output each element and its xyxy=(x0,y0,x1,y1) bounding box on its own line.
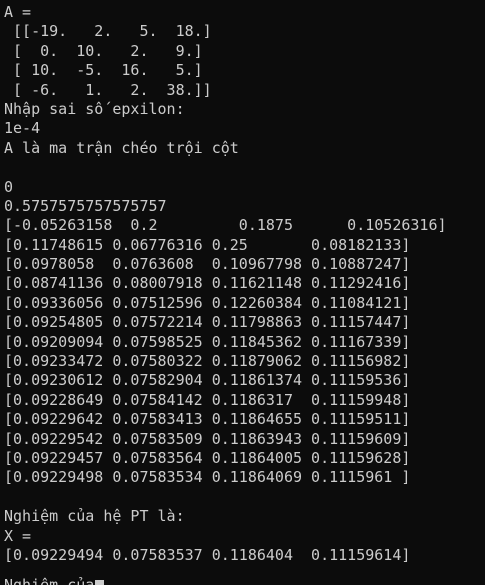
output-value: 0.5757575757575757 xyxy=(4,196,167,215)
terminal-window[interactable]: A = [[-19. 2. 5. 18.] [ 0. 10. 2. 9.] [ … xyxy=(0,0,485,585)
matrix-row: [ 0. 10. 2. 9.] xyxy=(4,41,203,60)
iteration-row: [0.08741136 0.08007918 0.11621148 0.1129… xyxy=(4,274,411,293)
iteration-row: [0.09229457 0.07583564 0.11864005 0.1115… xyxy=(4,448,411,467)
iteration-row: [0.09233472 0.07580322 0.11879062 0.1115… xyxy=(4,352,411,371)
iteration-row: [0.09209094 0.07598525 0.11845362 0.1116… xyxy=(4,332,411,351)
iteration-row: [0.09336056 0.07512596 0.12260384 0.1108… xyxy=(4,293,411,312)
iteration-row: [0.11748615 0.06776316 0.25 0.08182133] xyxy=(4,235,411,254)
partial-output-line: Nghiệm của xyxy=(4,575,105,585)
iteration-row: [0.09229498 0.07583534 0.11864069 0.1115… xyxy=(4,468,411,487)
epsilon-prompt: Nhập sai số epxilon: xyxy=(4,99,185,118)
epsilon-input-value: 1e-4 xyxy=(4,119,41,138)
solution-label: X = xyxy=(4,526,32,545)
matrix-row: [[-19. 2. 5. 18.] xyxy=(4,22,212,41)
iteration-row: [0.0978058 0.0763608 0.10967798 0.108872… xyxy=(4,255,411,274)
iteration-row: [0.09230612 0.07582904 0.11861374 0.1115… xyxy=(4,371,411,390)
iteration-row: [0.09229542 0.07583509 0.11863943 0.1115… xyxy=(4,429,411,448)
iteration-row: [0.09254805 0.07572214 0.11798863 0.1115… xyxy=(4,313,411,332)
matrix-label: A = xyxy=(4,3,32,21)
terminal-cursor xyxy=(95,579,105,585)
solution-vector: [0.09229494 0.07583537 0.1186404 0.11159… xyxy=(4,545,411,564)
dominance-message: A là ma trận chéo trội cột xyxy=(4,138,239,157)
matrix-row: [ -6. 1. 2. 38.]] xyxy=(4,80,212,99)
output-value: 0 xyxy=(4,177,14,196)
partial-output-text: Nghiệm của xyxy=(4,575,95,585)
iteration-row: [-0.05263158 0.2 0.1875 0.10526316] xyxy=(4,216,447,235)
iteration-row: [0.09228649 0.07584142 0.1186317 0.11159… xyxy=(4,390,411,409)
solution-heading: Nghiệm của hệ PT là: xyxy=(4,507,185,526)
matrix-row: [ 10. -5. 16. 5.] xyxy=(4,61,203,80)
iteration-row: [0.09229642 0.07583413 0.11864655 0.1115… xyxy=(4,410,411,429)
